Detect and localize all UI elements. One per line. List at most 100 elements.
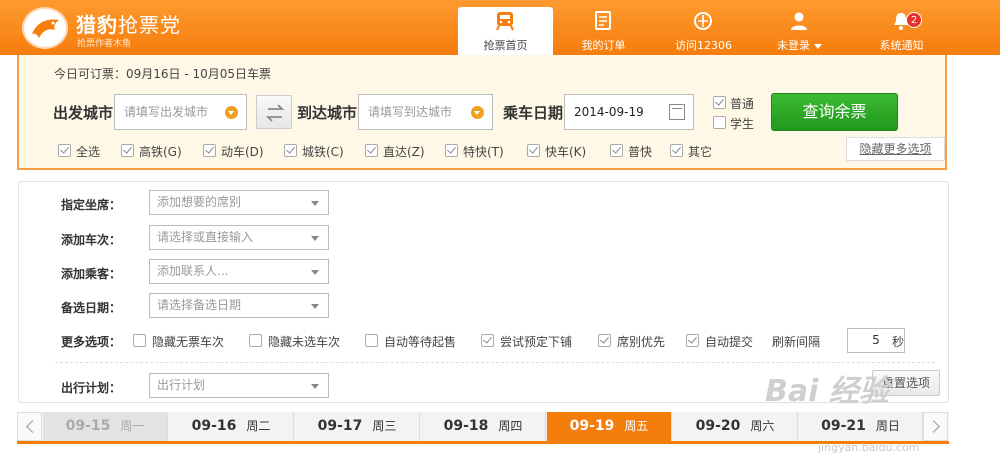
train-select[interactable]: 请选择或直接输入 — [149, 225, 329, 250]
from-city-label: 出发城市 — [53, 104, 114, 122]
lower-berth-label: 尝试预定下铺 — [500, 335, 573, 349]
filter-checkbox[interactable] — [284, 144, 297, 157]
backup-date-label: 备选日期： — [61, 301, 122, 315]
nav-visit-12306-label: 访问12306 — [675, 39, 732, 52]
from-city-placeholder: 请填写出发城市 — [124, 105, 209, 119]
seat-label: 指定坐席： — [61, 198, 122, 212]
swap-cities-button[interactable] — [256, 95, 292, 129]
auto-wait-label: 自动等待起售 — [384, 335, 457, 349]
hide-unselected-checkbox[interactable] — [249, 334, 262, 347]
refresh-unit-label: 秒 — [892, 335, 905, 349]
nav-notifications[interactable]: 2 系统通知 — [854, 7, 949, 55]
chevron-down-icon — [311, 201, 319, 206]
ticket-student-label: 学生 — [730, 117, 755, 131]
filter-label: 普快 — [628, 145, 653, 159]
filter-label: 特快(T) — [463, 145, 504, 159]
dropdown-icon[interactable] — [225, 106, 238, 119]
auto-submit-checkbox[interactable] — [686, 334, 699, 347]
to-city-label: 到达城市 — [297, 104, 358, 122]
more-options-label: 更多选项： — [61, 335, 122, 349]
to-city-placeholder: 请填写到达城市 — [368, 105, 453, 119]
filter-checkbox[interactable] — [365, 144, 378, 157]
ticket-normal-label: 普通 — [730, 97, 755, 111]
nav-my-orders[interactable]: 我的订单 — [556, 7, 651, 55]
chevron-down-icon — [311, 236, 319, 241]
travel-plan-select[interactable]: 出行计划 — [149, 373, 329, 398]
hide-more-options-link[interactable]: 隐藏更多选项 — [846, 137, 945, 161]
divider — [55, 362, 935, 363]
passenger-placeholder: 添加联系人... — [157, 264, 229, 278]
to-city-input[interactable]: 请填写到达城市 — [358, 94, 493, 130]
filter-checkbox[interactable] — [445, 144, 458, 157]
date-tab-selected[interactable]: 09-19 周五 — [547, 412, 672, 441]
ticket-student-checkbox[interactable] — [713, 116, 726, 129]
date-tab[interactable]: 09-20 周六 — [673, 412, 798, 441]
auto-wait-checkbox[interactable] — [365, 334, 378, 347]
seat-priority-checkbox[interactable] — [598, 334, 611, 347]
chevron-down-icon — [814, 43, 822, 49]
filter-label: 动车(D) — [221, 145, 264, 159]
train-icon — [496, 12, 514, 31]
passenger-select[interactable]: 添加联系人... — [149, 259, 329, 284]
filter-checkbox[interactable] — [670, 144, 683, 157]
travel-date-input[interactable]: 2014-09-19 — [564, 94, 694, 130]
seat-priority-label: 席别优先 — [617, 335, 666, 349]
chevron-right-icon — [927, 420, 940, 433]
dropdown-icon[interactable] — [471, 106, 484, 119]
train-label: 添加车次： — [61, 233, 122, 247]
filter-label: 其它 — [688, 145, 713, 159]
lower-berth-checkbox[interactable] — [481, 334, 494, 347]
nav-visit-12306[interactable]: 访问12306 — [656, 7, 751, 55]
filter-checkbox[interactable] — [58, 144, 71, 157]
date-prev-button[interactable] — [17, 412, 42, 441]
filter-checkbox[interactable] — [610, 144, 623, 157]
chevron-down-icon — [311, 270, 319, 275]
brand-name: 猎豹抢票党 — [76, 13, 181, 37]
seat-select[interactable]: 添加想要的席别 — [149, 190, 329, 215]
date-tab[interactable]: 09-18 周四 — [421, 412, 546, 441]
filter-checkbox[interactable] — [121, 144, 134, 157]
cheetah-logo-icon[interactable] — [22, 7, 68, 49]
order-list-icon — [595, 11, 611, 30]
filter-label: 全选 — [76, 145, 101, 159]
globe-icon — [694, 12, 712, 30]
notification-count-badge: 2 — [906, 12, 922, 28]
ticket-normal-checkbox[interactable] — [713, 96, 726, 109]
available-dates-text: 今日可订票：09月16日 - 10月05日车票 — [54, 67, 272, 81]
backup-date-placeholder: 请选择备选日期 — [157, 298, 242, 312]
swap-icon — [265, 104, 285, 122]
backup-date-select[interactable]: 请选择备选日期 — [149, 293, 329, 318]
date-tab[interactable]: 09-15 周一 — [43, 412, 168, 441]
nav-login-menu[interactable]: 未登录 — [752, 7, 847, 55]
hide-no-ticket-label: 隐藏无票车次 — [152, 335, 225, 349]
user-icon — [791, 12, 807, 30]
travel-plan-placeholder: 出行计划 — [157, 378, 206, 392]
chevron-down-icon — [311, 304, 319, 309]
brand-tagline: 抢票作者木鱼 — [77, 39, 132, 49]
auto-submit-label: 自动提交 — [705, 335, 754, 349]
filter-label: 高铁(G) — [139, 145, 182, 159]
top-header: 猎豹抢票党 抢票作者木鱼 抢票首页 我的订单 访问12306 未登录 2 系统通… — [0, 0, 1000, 55]
hide-no-ticket-checkbox[interactable] — [133, 334, 146, 347]
travel-date-label: 乘车日期 — [503, 104, 564, 122]
hide-unselected-label: 隐藏未选车次 — [268, 335, 341, 349]
date-next-button[interactable] — [923, 412, 948, 441]
date-tab[interactable]: 09-16 周二 — [169, 412, 294, 441]
filter-checkbox[interactable] — [527, 144, 540, 157]
from-city-input[interactable]: 请填写出发城市 — [114, 94, 247, 130]
calendar-icon[interactable] — [669, 104, 685, 120]
nav-my-orders-label: 我的订单 — [581, 39, 626, 52]
baidu-watermark-url: jingyan.baidu.com — [818, 441, 920, 454]
nav-home-label: 抢票首页 — [483, 39, 528, 52]
filter-label: 城铁(C) — [302, 145, 344, 159]
seat-placeholder: 添加想要的席别 — [157, 195, 242, 209]
passenger-label: 添加乘客： — [61, 267, 122, 281]
nav-home[interactable]: 抢票首页 — [458, 7, 553, 55]
nav-login-label: 未登录 — [752, 37, 847, 53]
filter-checkbox[interactable] — [203, 144, 216, 157]
date-tab[interactable]: 09-17 周三 — [295, 412, 420, 441]
date-tab[interactable]: 09-21 周日 — [799, 412, 923, 441]
train-placeholder: 请选择或直接输入 — [157, 230, 254, 244]
refresh-interval-label: 刷新间隔 — [772, 335, 821, 349]
query-tickets-button[interactable]: 查询余票 — [771, 93, 898, 131]
